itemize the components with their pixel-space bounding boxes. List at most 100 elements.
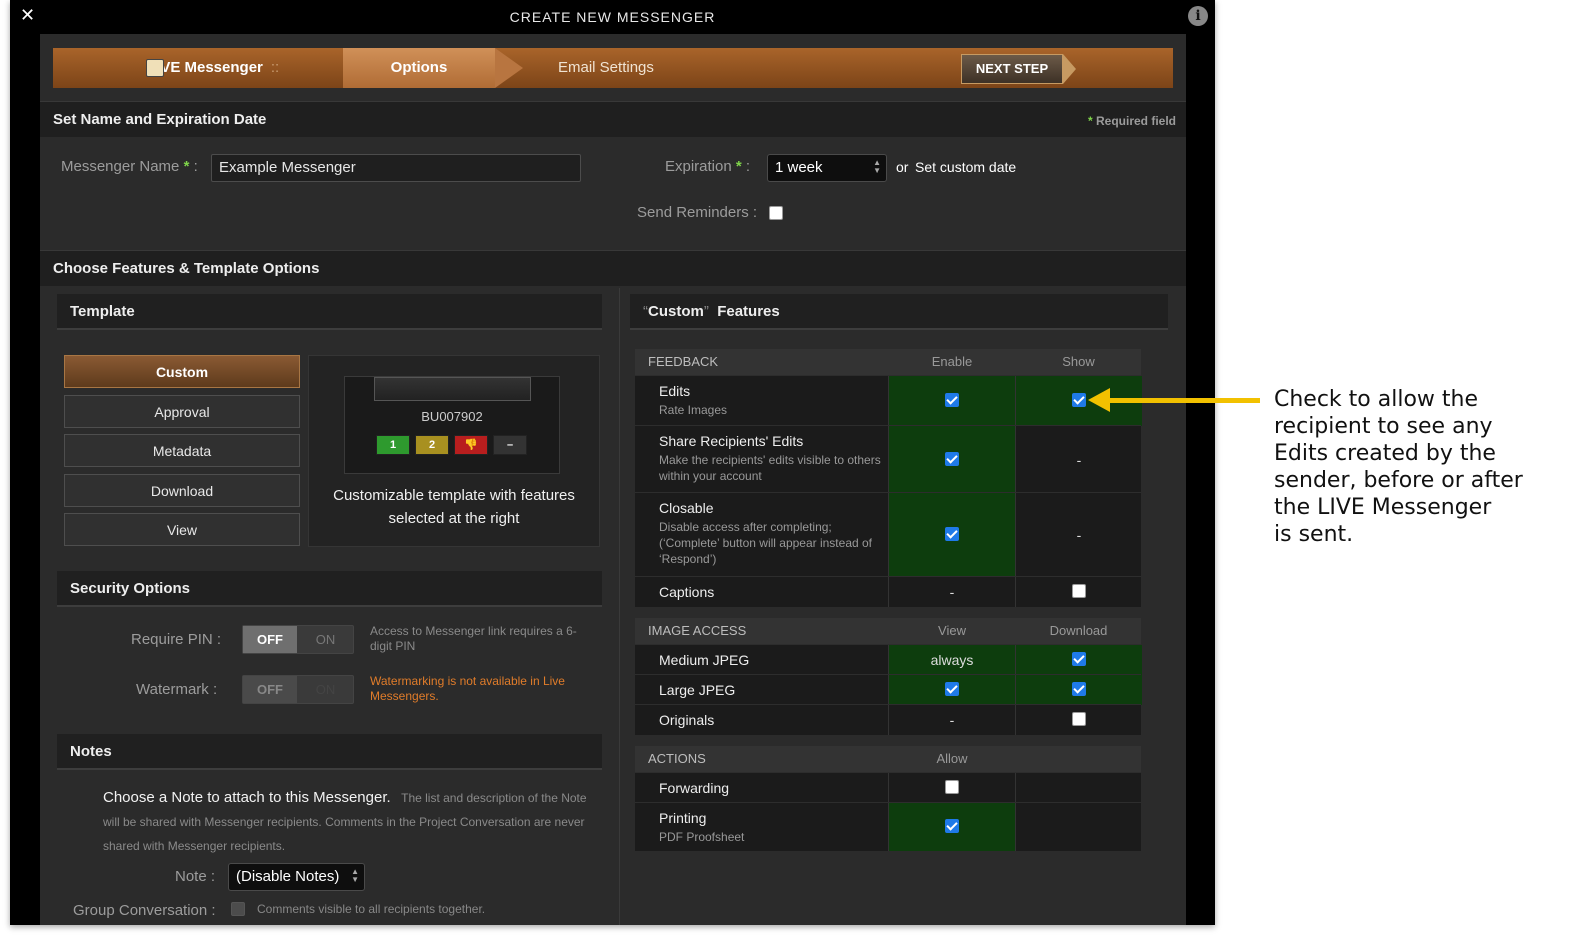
feature-row: Medium JPEG always	[635, 644, 1142, 675]
feature-name: Closable	[659, 500, 714, 516]
feature-name: Printing	[659, 810, 707, 826]
cell-text: always	[930, 652, 974, 668]
dialog-body: LIVE Messenger:: Options Email Settings …	[40, 34, 1186, 925]
allow-cell	[888, 803, 1015, 851]
enable-cell	[888, 493, 1015, 577]
checked-checkbox[interactable]	[1072, 652, 1086, 666]
require-pin-hint: Access to Messenger link requires a 6-di…	[370, 624, 577, 653]
or-text: or	[896, 159, 909, 175]
step-live-messenger[interactable]: LIVE Messenger::	[113, 48, 343, 88]
image-access-header: IMAGE ACCESS View Download	[635, 618, 1141, 644]
section-title: Set Name and Expiration Date	[53, 111, 267, 128]
checked-checkbox[interactable]	[945, 527, 959, 541]
feature-name: Large JPEG	[659, 682, 736, 698]
select-arrows-icon: ▲ ▼	[873, 158, 881, 175]
feature-description: PDF Proofsheet	[659, 830, 745, 844]
expiration-label: Expiration * :	[665, 158, 751, 175]
checked-checkbox[interactable]	[1072, 682, 1086, 696]
note-value: (Disable Notes)	[236, 868, 340, 885]
watermark-toggle: OFF ON	[242, 675, 354, 704]
view-cell: always	[888, 645, 1015, 675]
rating-2-button: 2	[415, 435, 449, 455]
step-arrow	[495, 48, 523, 88]
not-applicable: -	[949, 584, 955, 600]
download-cell	[1015, 645, 1142, 675]
feature-row: Share Recipients' Edits Make the recipien…	[635, 425, 1141, 493]
watermark-hint: Watermarking is not available in Live Me…	[370, 674, 565, 703]
select-arrows-icon: ▲ ▼	[351, 867, 359, 884]
note-select[interactable]: (Disable Notes) ▲ ▼	[228, 863, 365, 891]
group-title: IMAGE ACCESS	[648, 623, 747, 638]
group-title: FEEDBACK	[648, 354, 719, 369]
title-bar: ✕ CREATE NEW MESSENGER i	[10, 0, 1215, 34]
feature-name: Medium JPEG	[659, 652, 750, 668]
checked-checkbox[interactable]	[945, 819, 959, 833]
step-email-settings[interactable]: Email Settings	[558, 48, 698, 88]
enable-cell: -	[888, 577, 1015, 607]
group-conversation-hint: Comments visible to all recipients toget…	[257, 902, 486, 916]
template-download-button[interactable]: Download	[64, 474, 300, 507]
empty-cell	[1015, 773, 1142, 803]
checkbox[interactable]	[945, 780, 959, 794]
actions-header: ACTIONS Allow	[635, 746, 1141, 772]
notes-header: Notes	[57, 734, 602, 770]
custom-features-header: “Custom” Features	[630, 294, 1168, 330]
empty-cell	[1015, 803, 1142, 851]
expiration-select[interactable]: 1 week ▲ ▼	[767, 154, 887, 182]
not-applicable: -	[1076, 527, 1082, 543]
enable-cell	[888, 376, 1015, 426]
step-separator: ::	[270, 59, 280, 76]
feature-description: Make the recipients' edits visible to ot…	[659, 453, 881, 483]
step-live-label: LIVE Messenger	[147, 59, 263, 76]
view-cell	[888, 675, 1015, 705]
feature-row: Edits Rate Images	[635, 375, 1142, 426]
next-step-button[interactable]: NEXT STEP	[961, 54, 1076, 84]
clear-rating-button: –	[493, 435, 527, 455]
template-approval-button[interactable]: Approval	[64, 395, 300, 428]
column-header: Enable	[931, 354, 973, 369]
preview-image	[374, 377, 531, 401]
column-header: View	[938, 623, 966, 638]
feedback-header: FEEDBACK Enable Show	[635, 349, 1141, 375]
require-pin-toggle[interactable]: OFF ON	[242, 625, 354, 654]
annotation-arrow	[1108, 398, 1260, 403]
column-divider	[619, 288, 620, 925]
dialog-title: CREATE NEW MESSENGER	[509, 9, 716, 25]
info-icon[interactable]: i	[1188, 6, 1208, 26]
send-reminders-checkbox[interactable]	[769, 206, 783, 220]
feature-row: Closable Disable access after completing;…	[635, 492, 1141, 577]
checked-checkbox[interactable]	[1072, 393, 1086, 407]
messenger-name-input[interactable]: Example Messenger	[211, 154, 581, 182]
feature-row: Forwarding	[635, 772, 1141, 803]
column-header: Download	[1049, 623, 1108, 638]
checked-checkbox[interactable]	[945, 682, 959, 696]
create-messenger-dialog: ✕ CREATE NEW MESSENGER i LIVE Messenger:…	[10, 0, 1215, 925]
not-applicable: -	[1076, 452, 1082, 468]
feature-row: Originals -	[635, 704, 1141, 735]
checkbox[interactable]	[1072, 584, 1086, 598]
enable-cell	[888, 426, 1015, 493]
toggle-on[interactable]: ON	[298, 626, 353, 653]
checkbox[interactable]	[1072, 712, 1086, 726]
feature-row: Large JPEG	[635, 674, 1142, 705]
show-cell	[1015, 577, 1142, 607]
allow-cell	[888, 773, 1015, 803]
annotation-arrowhead	[1088, 388, 1110, 412]
template-metadata-button[interactable]: Metadata	[64, 434, 300, 467]
note-label: Note :	[175, 868, 216, 885]
section-title: Choose Features & Template Options	[53, 260, 320, 277]
checked-checkbox[interactable]	[945, 393, 959, 407]
watermark-label: Watermark :	[136, 681, 218, 698]
step-options[interactable]: Options	[343, 48, 495, 88]
toggle-off: OFF	[243, 676, 297, 703]
notes-description: Choose a Note to attach to this Messenge…	[103, 786, 593, 858]
wizard-steps: LIVE Messenger:: Options Email Settings …	[53, 48, 1173, 88]
template-view-button[interactable]: View	[64, 513, 300, 546]
checked-checkbox[interactable]	[945, 452, 959, 466]
template-custom-button[interactable]: Custom	[64, 355, 300, 388]
toggle-off[interactable]: OFF	[243, 626, 297, 653]
section-name-expiration: Set Name and Expiration Date * Required …	[40, 101, 1186, 137]
set-custom-date-link[interactable]: Set custom date	[915, 159, 1016, 175]
feature-name: Captions	[659, 584, 715, 600]
messenger-name-label: Messenger Name * :	[61, 158, 198, 175]
